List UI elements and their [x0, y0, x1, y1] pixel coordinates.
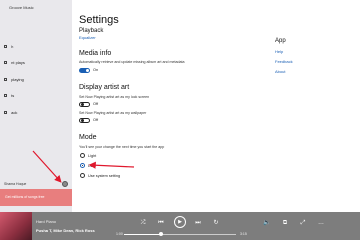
lock-screen-toggle[interactable] — [79, 102, 90, 107]
time-total: 3:15 — [240, 232, 247, 236]
sidebar: Groove Music h nt plays playing ts ack S… — [0, 0, 72, 212]
toggle-knob — [81, 119, 84, 123]
lock-screen-label: Set Now Playing artist art as my lock sc… — [79, 95, 150, 99]
toggle-knob — [86, 69, 89, 72]
seek-bar-thumb[interactable] — [158, 232, 163, 236]
display-artist-art-title: Display artist art — [79, 84, 130, 91]
now-playing-bar: Hard Piano Pusha T, Mike Dean, Rick Ross… — [0, 212, 360, 240]
toggle-knob — [81, 103, 84, 107]
clock-icon — [4, 61, 7, 65]
wallpaper-label: Set Now Playing artist art as my wallpap… — [79, 111, 147, 115]
sidebar-item-label: ts — [11, 93, 15, 98]
now-playing-icon — [4, 78, 7, 82]
more-options-icon[interactable]: … — [316, 218, 326, 228]
mode-light-radio[interactable] — [80, 153, 85, 158]
page-title: Settings — [79, 14, 119, 26]
media-info-toggle[interactable] — [79, 68, 90, 73]
shuffle-icon[interactable]: ⤮ — [138, 218, 148, 228]
sidebar-item-label: ack — [11, 110, 18, 115]
play-button[interactable]: ▶ — [174, 216, 186, 228]
repeat-icon[interactable]: ↻ — [211, 218, 221, 228]
sidebar-item-now-playing[interactable]: playing — [0, 75, 72, 84]
seek-bar-fill — [124, 233, 161, 235]
wallpaper-toggle[interactable] — [79, 118, 90, 123]
promo-banner[interactable]: Get millions of songs free — [0, 189, 72, 206]
mode-dark-radio[interactable] — [80, 163, 85, 168]
mode-dark-label[interactable]: Dark — [88, 164, 96, 168]
list-icon — [4, 94, 7, 98]
mode-system-radio[interactable] — [80, 173, 85, 178]
help-link[interactable]: Help — [275, 49, 283, 54]
time-elapsed: 1:00 — [116, 232, 123, 236]
mode-title: Mode — [79, 134, 97, 141]
sidebar-item-playlists[interactable]: ts — [0, 91, 72, 100]
sidebar-item-label: playing — [11, 77, 24, 82]
app-heading: App — [275, 38, 286, 44]
media-info-title: Media info — [79, 50, 112, 57]
mode-system-label[interactable]: Use system setting — [88, 174, 120, 178]
next-icon[interactable]: ⏭ — [193, 218, 203, 228]
feedback-link[interactable]: Feedback — [275, 59, 293, 64]
sidebar-item-label: nt plays — [11, 60, 25, 65]
app-title: Groove Music — [9, 5, 34, 10]
back-icon — [4, 111, 7, 115]
lock-screen-toggle-label: Off — [93, 102, 98, 106]
mode-light-label[interactable]: Light — [88, 154, 96, 158]
about-link[interactable]: About — [275, 69, 285, 74]
media-info-toggle-label: On — [93, 68, 99, 72]
miniplayer-icon[interactable]: ⧉ — [280, 218, 290, 228]
track-title[interactable]: Hard Piano — [36, 219, 56, 224]
seek-bar[interactable] — [124, 232, 236, 236]
equalizer-link[interactable]: Equalizer — [79, 35, 96, 40]
annotation-arrow-dark — [88, 161, 135, 169]
volume-icon[interactable]: 🔈 — [262, 218, 272, 228]
wallpaper-toggle-label: Off — [93, 118, 98, 122]
sidebar-item-label: h — [11, 44, 14, 49]
search-icon — [4, 45, 7, 49]
previous-icon[interactable]: ⏮ — [156, 218, 166, 228]
fullscreen-icon[interactable]: ⤢ — [298, 218, 308, 228]
mode-description: You'll see your change the next time you… — [79, 145, 165, 149]
sidebar-item-search[interactable]: h — [0, 42, 72, 51]
media-info-description: Automatically retrieve and update missin… — [79, 60, 185, 64]
track-artists[interactable]: Pusha T, Mike Dean, Rick Ross — [36, 228, 95, 233]
playback-header: Playback — [79, 28, 104, 34]
promo-text: Get millions of songs free — [5, 195, 45, 199]
album-art[interactable] — [0, 212, 32, 240]
sidebar-item-feedback[interactable]: ack — [0, 108, 72, 117]
sidebar-item-recent-plays[interactable]: nt plays — [0, 58, 72, 67]
settings-gear-icon[interactable] — [62, 181, 68, 187]
